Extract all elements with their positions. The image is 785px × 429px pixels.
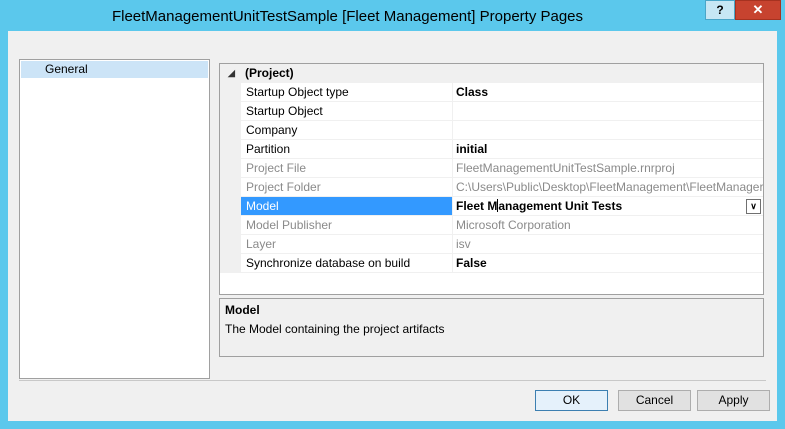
row-gutter: [220, 121, 241, 140]
property-name[interactable]: Project File: [241, 159, 453, 178]
category-item-general[interactable]: General: [21, 61, 208, 78]
description-panel: Model The Model containing the project a…: [219, 298, 764, 357]
property-row-startup-object[interactable]: Startup Object: [220, 102, 763, 121]
property-row-model-publisher[interactable]: Model Publisher Microsoft Corporation: [220, 216, 763, 235]
help-button[interactable]: ?: [705, 0, 735, 20]
row-gutter: [220, 216, 241, 235]
collapse-icon[interactable]: ◢: [228, 64, 235, 83]
row-gutter: [220, 197, 241, 216]
close-button[interactable]: ✕: [735, 0, 781, 20]
property-name[interactable]: Project Folder: [241, 178, 453, 197]
property-value[interactable]: initial: [453, 140, 763, 159]
property-name[interactable]: Model Publisher: [241, 216, 453, 235]
description-title: Model: [225, 303, 260, 317]
property-value[interactable]: Class: [453, 83, 763, 102]
window-title: FleetManagementUnitTestSample [Fleet Man…: [111, 8, 584, 25]
property-row-company[interactable]: Company: [220, 121, 763, 140]
model-value-after-caret: anagement Unit Tests: [498, 199, 623, 213]
divider: [19, 380, 766, 381]
title-bar: FleetManagementUnitTestSample [Fleet Man…: [0, 0, 785, 32]
property-grid[interactable]: ◢ (Project) Startup Object type Class St…: [219, 63, 764, 295]
property-name[interactable]: Layer: [241, 235, 453, 254]
property-value[interactable]: False: [453, 254, 763, 273]
model-value-before-caret: Fleet M: [456, 199, 498, 213]
property-name[interactable]: Startup Object type: [241, 83, 453, 102]
row-gutter: [220, 254, 241, 273]
property-value[interactable]: C:\Users\Public\Desktop\FleetManagement\…: [453, 178, 763, 197]
row-gutter: [220, 83, 241, 102]
row-gutter: [220, 235, 241, 254]
property-name[interactable]: Startup Object: [241, 102, 453, 121]
property-row-startup-object-type[interactable]: Startup Object type Class: [220, 83, 763, 102]
description-text: The Model containing the project artifac…: [225, 322, 445, 336]
property-row-synchronize-database[interactable]: Synchronize database on build False: [220, 254, 763, 273]
property-name[interactable]: Company: [241, 121, 453, 140]
model-value-editor[interactable]: Fleet Management Unit Tests ∨: [453, 197, 763, 216]
property-value[interactable]: [453, 102, 763, 121]
row-gutter: [220, 159, 241, 178]
cancel-button[interactable]: Cancel: [618, 390, 691, 411]
property-row-project-file[interactable]: Project File FleetManagementUnitTestSamp…: [220, 159, 763, 178]
row-gutter: [220, 102, 241, 121]
row-gutter: [220, 140, 241, 159]
property-value[interactable]: [453, 121, 763, 140]
category-header-project[interactable]: ◢ (Project): [220, 64, 763, 83]
property-row-project-folder[interactable]: Project Folder C:\Users\Public\Desktop\F…: [220, 178, 763, 197]
property-value[interactable]: Microsoft Corporation: [453, 216, 763, 235]
category-list[interactable]: General: [19, 59, 210, 379]
property-row-model[interactable]: Model Fleet Management Unit Tests ∨: [220, 197, 763, 216]
property-name[interactable]: Synchronize database on build: [241, 254, 453, 273]
property-value[interactable]: isv: [453, 235, 763, 254]
property-value[interactable]: FleetManagementUnitTestSample.rnrproj: [453, 159, 763, 178]
property-row-partition[interactable]: Partition initial: [220, 140, 763, 159]
property-pages-window: FleetManagementUnitTestSample [Fleet Man…: [0, 0, 785, 429]
property-row-layer[interactable]: Layer isv: [220, 235, 763, 254]
property-name[interactable]: Partition: [241, 140, 453, 159]
dialog-body: General ◢ (Project) Startup Object type …: [8, 31, 777, 421]
row-gutter: [220, 178, 241, 197]
property-name[interactable]: Model: [241, 197, 453, 216]
chevron-down-icon[interactable]: ∨: [746, 199, 761, 214]
ok-button[interactable]: OK: [535, 390, 608, 411]
apply-button[interactable]: Apply: [697, 390, 770, 411]
category-label: (Project): [245, 66, 294, 80]
